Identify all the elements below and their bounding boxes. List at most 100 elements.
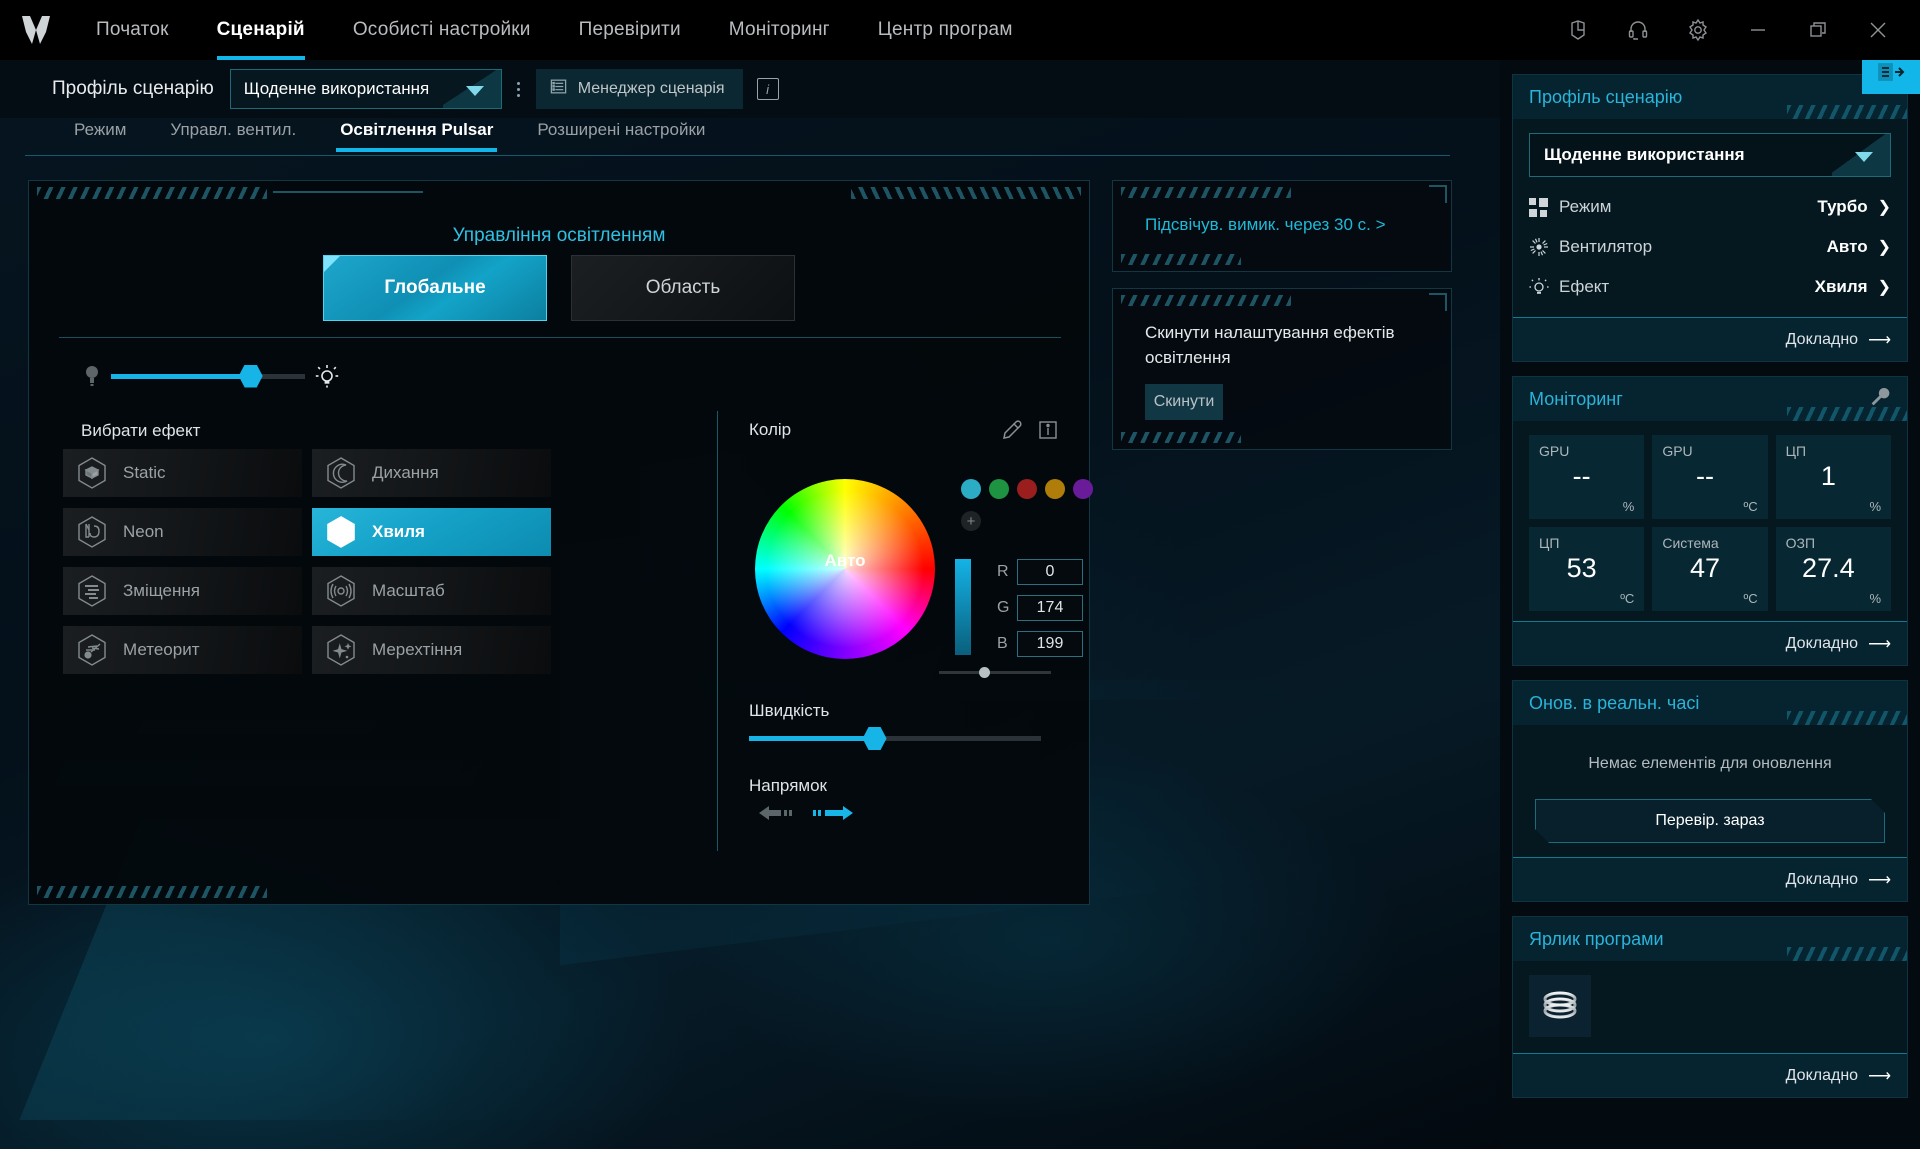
card-corner bbox=[1429, 293, 1447, 311]
backlight-timeout-link[interactable]: Підсвічув. вимик. через 30 с. > bbox=[1145, 215, 1386, 235]
direction-right-icon[interactable] bbox=[811, 803, 855, 828]
effect-label: Масштаб bbox=[372, 581, 445, 601]
color-swatch-1[interactable] bbox=[989, 479, 1009, 499]
scenario-profile-select[interactable]: Щоденне використання bbox=[230, 69, 502, 109]
sidebar-shortcuts-title: Ярлик програми bbox=[1529, 929, 1664, 950]
nav-item-4[interactable]: Моніторинг bbox=[705, 0, 854, 60]
card-hatch-bottom bbox=[1121, 254, 1241, 265]
color-swatch-3[interactable] bbox=[1045, 479, 1065, 499]
minimize-icon[interactable] bbox=[1728, 0, 1788, 60]
nav-item-1[interactable]: Сценарій bbox=[193, 0, 329, 60]
nav-item-2[interactable]: Особисті настройки bbox=[329, 0, 555, 60]
b-input[interactable]: 199 bbox=[1017, 631, 1083, 657]
sidebar-profile-select[interactable]: Щоденне використання bbox=[1529, 133, 1891, 177]
app-shortcut-tile[interactable] bbox=[1529, 975, 1591, 1037]
color-hue-slider[interactable] bbox=[939, 671, 1051, 674]
nav-item-0[interactable]: Початок bbox=[72, 0, 193, 60]
effect-zoom[interactable]: Масштаб bbox=[312, 567, 551, 615]
more-options-button[interactable] bbox=[502, 69, 536, 109]
sidebar-updates-title: Онов. в реальн. часі bbox=[1529, 693, 1699, 714]
hue-slider-knob[interactable] bbox=[979, 667, 990, 678]
sidebar-profile-header: Профіль сценарію bbox=[1513, 75, 1907, 119]
wrench-icon[interactable] bbox=[1869, 386, 1891, 413]
brightness-knob[interactable] bbox=[239, 365, 263, 388]
color-value-slider[interactable] bbox=[955, 559, 971, 655]
chevron-right-icon: ❯ bbox=[1878, 197, 1891, 217]
sidebar-monitoring-more[interactable]: Докладно⟶ bbox=[1513, 621, 1907, 665]
lighting-control-title: Управління освітленням bbox=[29, 225, 1089, 247]
sidebar-row-effect[interactable]: Ефект Хвиля ❯ bbox=[1529, 267, 1891, 307]
monitor-unit: % bbox=[1869, 499, 1881, 514]
grid-icon bbox=[1529, 198, 1559, 217]
section-tabs: Режим Управл. вентил. Освітлення Pulsar … bbox=[0, 118, 1500, 158]
effect-static[interactable]: Static bbox=[63, 449, 302, 497]
card-hatch-top bbox=[1121, 295, 1291, 306]
check-now-button[interactable]: Перевір. зараз bbox=[1535, 799, 1885, 843]
sidebar-profile-more[interactable]: Докладно⟶ bbox=[1513, 317, 1907, 361]
add-swatch-button[interactable]: + bbox=[961, 511, 981, 531]
mode-button-zone[interactable]: Область bbox=[571, 255, 795, 321]
monitor-key: ОЗП bbox=[1786, 535, 1881, 551]
gear-icon[interactable] bbox=[1668, 0, 1728, 60]
reset-lighting-card: Скинути налаштування ефектів освітлення … bbox=[1112, 288, 1452, 450]
mode-button-global[interactable]: Глобальне bbox=[323, 255, 547, 321]
mouse-icon[interactable] bbox=[1548, 0, 1608, 60]
reset-button[interactable]: Скинути bbox=[1145, 384, 1223, 420]
sidebar-updates-card: Онов. в реальн. часі Немає елементів для… bbox=[1512, 680, 1908, 902]
tab-advanced-settings[interactable]: Розширені настройки bbox=[515, 118, 727, 152]
effect-label: Дихання bbox=[372, 463, 439, 483]
eyedropper-icon[interactable] bbox=[1001, 419, 1023, 441]
content-area: Профіль сценарію Щоденне використання Ме… bbox=[0, 60, 1500, 1149]
scenario-manager-button[interactable]: Менеджер сценарія bbox=[536, 69, 743, 109]
more-label: Докладно bbox=[1786, 331, 1858, 349]
tab-mode[interactable]: Режим bbox=[52, 118, 148, 152]
close-icon[interactable] bbox=[1848, 0, 1908, 60]
nav-label: Центр програм bbox=[878, 19, 1013, 41]
sidebar-monitoring-card: Моніторинг GPU -- % GPU -- ºC bbox=[1512, 376, 1908, 666]
effect-neon[interactable]: Neon bbox=[63, 508, 302, 556]
direction-left-icon[interactable] bbox=[757, 803, 797, 828]
speed-slider[interactable] bbox=[749, 736, 1041, 741]
tab-fan-control[interactable]: Управл. вентил. bbox=[148, 118, 318, 152]
color-swatch-4[interactable] bbox=[1073, 479, 1093, 499]
sidebar-row-label: Режим bbox=[1559, 197, 1611, 217]
effect-shift[interactable]: Зміщення bbox=[63, 567, 302, 615]
info-icon[interactable] bbox=[1037, 419, 1059, 441]
card-hatch-top bbox=[1121, 187, 1291, 198]
effect-breathing[interactable]: Дихання bbox=[312, 449, 551, 497]
nav-item-5[interactable]: Центр програм bbox=[854, 0, 1037, 60]
restore-icon[interactable] bbox=[1788, 0, 1848, 60]
direction-label: Напрямок bbox=[749, 776, 827, 796]
brightness-slider[interactable] bbox=[111, 374, 305, 379]
window-controls bbox=[1548, 0, 1920, 60]
info-icon[interactable]: i bbox=[757, 78, 779, 100]
monitor-key: GPU bbox=[1662, 443, 1757, 459]
title-bar: Початок Сценарій Особисті настройки Пере… bbox=[0, 0, 1920, 60]
sidebar-updates-more[interactable]: Докладно⟶ bbox=[1513, 857, 1907, 901]
monitor-cell-2: ЦП 1 % bbox=[1776, 435, 1891, 519]
nav-item-3[interactable]: Перевірити bbox=[555, 0, 705, 60]
monitor-value: 47 bbox=[1652, 553, 1757, 584]
scenario-toolbar: Профіль сценарію Щоденне використання Ме… bbox=[0, 60, 1500, 118]
speed-knob[interactable] bbox=[863, 727, 887, 750]
sidebar-row-mode[interactable]: Режим Турбо ❯ bbox=[1529, 187, 1891, 227]
color-swatch-0[interactable] bbox=[961, 479, 981, 499]
headset-icon[interactable] bbox=[1608, 0, 1668, 60]
lighting-mode-buttons: Глобальне Область bbox=[29, 255, 1089, 321]
r-input[interactable]: 0 bbox=[1017, 559, 1083, 585]
effect-wave[interactable]: Хвиля bbox=[312, 508, 551, 556]
direction-buttons bbox=[757, 803, 855, 828]
meteor-icon bbox=[75, 632, 109, 668]
effect-meteor[interactable]: Метеорит bbox=[63, 626, 302, 674]
header-hatch bbox=[1787, 105, 1907, 119]
color-swatch-2[interactable] bbox=[1017, 479, 1037, 499]
effect-sparkle[interactable]: Мерехтіння bbox=[312, 626, 551, 674]
effect-label: Метеорит bbox=[123, 640, 199, 660]
monitor-key: ЦП bbox=[1539, 535, 1634, 551]
tab-pulsar-lighting[interactable]: Освітлення Pulsar bbox=[318, 118, 515, 152]
header-hatch bbox=[1787, 947, 1907, 961]
cube-icon bbox=[75, 455, 109, 491]
sidebar-row-fan[interactable]: Вентилятор Авто ❯ bbox=[1529, 227, 1891, 267]
g-input[interactable]: 174 bbox=[1017, 595, 1083, 621]
sidebar-shortcuts-more[interactable]: Докладно⟶ bbox=[1513, 1053, 1907, 1097]
